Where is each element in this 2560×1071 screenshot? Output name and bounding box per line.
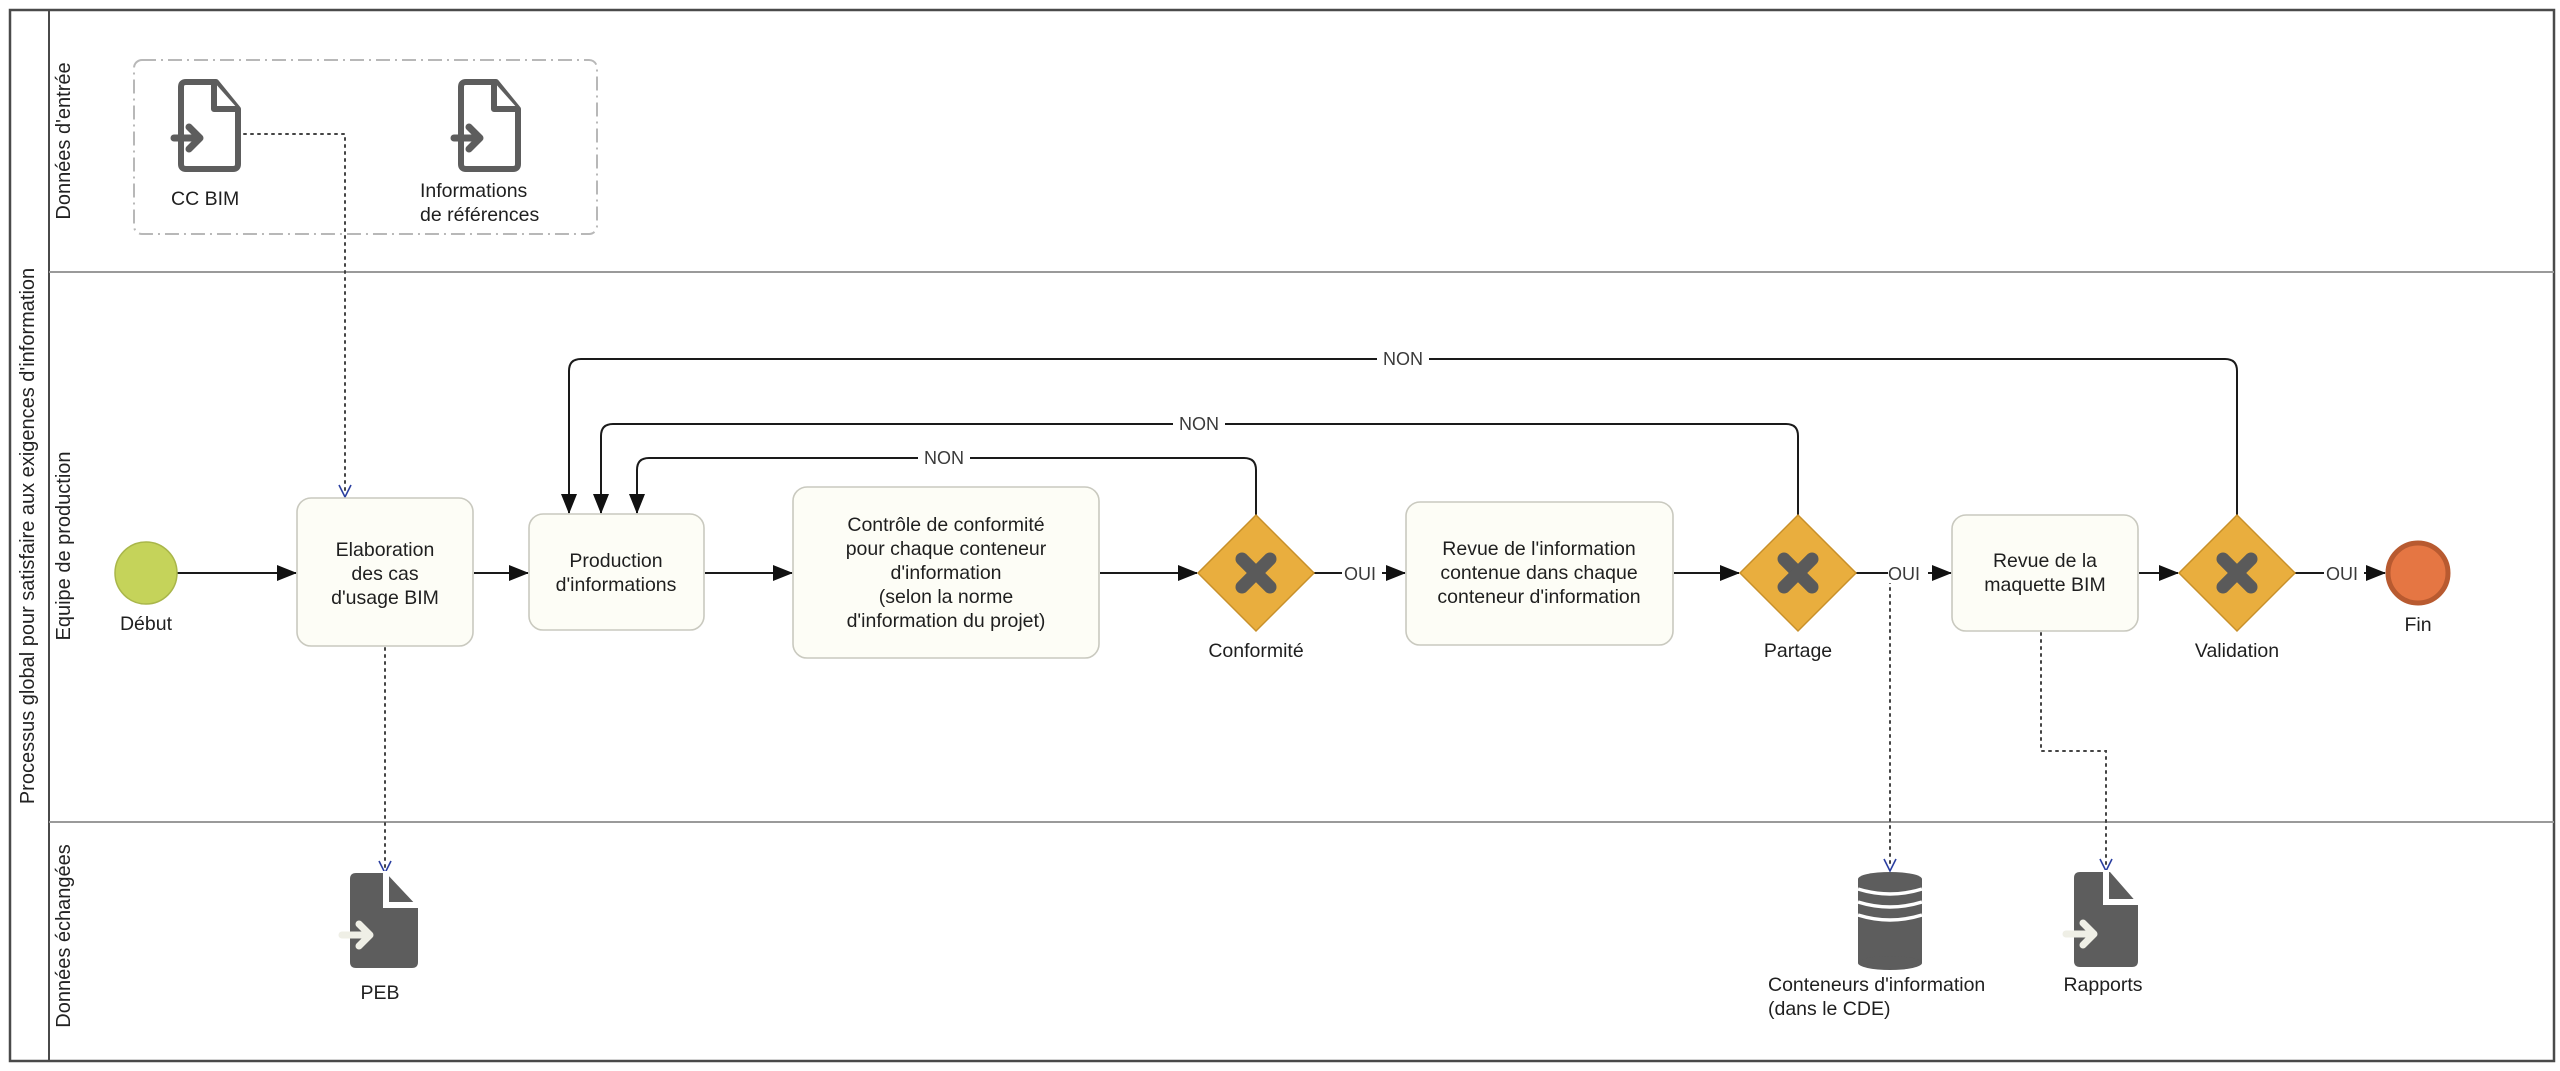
gateway-partage-label: Partage [1764,640,1832,662]
end-event[interactable] [2385,540,2451,606]
task-text-line: contenue dans chaque [1440,562,1637,584]
task-text-line: d'information [890,562,1001,584]
task-text-line: Contrôle de conformité [847,514,1044,536]
lane-label-exchanged: Données échangées [53,844,75,1027]
flow-label-non-validation: NON [1383,349,1423,369]
document-input-icon[interactable] [450,79,521,172]
lane-label-input: Données d'entrée [53,62,75,219]
database-icon[interactable] [1857,872,1923,970]
flow-label-non-partage: NON [1179,414,1219,434]
bpmn-diagram: Processus global pour satisfaire aux exi… [8,8,2556,1063]
start-event-circle[interactable] [114,541,178,605]
task-text-line: conteneur d'information [1437,586,1640,608]
task-controle-conformite[interactable]: Contrôle de conformité pour chaque conte… [792,486,1100,659]
association-revue-maquette-rapports [2040,632,2107,869]
pool-title: Processus global pour satisfaire aux exi… [17,268,39,804]
task-revue-information[interactable]: Revue de l'information contenue dans cha… [1405,501,1674,646]
task-text-line: Revue de la [1993,550,2097,572]
output-conteneurs-label-line1: Conteneurs d'information [1768,974,1985,996]
task-text-line: maquette BIM [1984,574,2105,596]
gateway-validation-label: Validation [2195,640,2279,662]
gateway-conformite[interactable] [1196,513,1316,633]
gateway-partage[interactable] [1738,513,1858,633]
start-event[interactable] [114,541,178,605]
association-partage-conteneurs [1855,572,1891,869]
input-data-group: CC BIM Informations de références [133,59,598,235]
task-text-line: d'usage BIM [331,587,439,609]
flow-label-oui-conformite: OUI [1344,564,1376,584]
input-references-label-line2: de références [420,204,539,226]
flow-label-non-conformite: NON [924,448,964,468]
input-cc-bim-label: CC BIM [171,188,239,210]
task-text-line: Revue de l'information [1442,538,1635,560]
association-ccbim-elaboration [243,133,346,495]
task-revue-maquette[interactable]: Revue de la maquette BIM [1951,514,2139,632]
task-elaboration[interactable]: Elaboration des cas d'usage BIM [296,497,474,647]
document-output-icon[interactable] [338,871,420,968]
document-output-icon[interactable] [2062,870,2140,967]
output-rapports-label: Rapports [2063,974,2142,996]
output-conteneurs-label-line2: (dans le CDE) [1768,998,1890,1020]
task-text-line: pour chaque conteneur [846,538,1047,560]
gateway-validation[interactable] [2177,513,2297,633]
end-event-label: Fin [2404,614,2431,636]
start-event-label: Début [120,613,173,635]
input-references-label-line1: Informations [420,180,528,202]
task-text-line: Elaboration [336,539,435,561]
document-input-icon[interactable] [170,79,241,172]
lane-label-production: Equipe de production [53,451,75,640]
output-peb-label: PEB [360,982,399,1004]
task-text-line: Production [569,550,662,572]
gateway-conformite-label: Conformité [1208,640,1303,662]
task-production[interactable]: Production d'informations [528,513,705,631]
task-text-line: d'information du projet) [847,610,1046,632]
task-text-line: d'informations [556,574,677,596]
task-text-line: des cas [351,563,418,585]
task-text-line: (selon la norme [879,586,1013,608]
associations [243,133,2113,875]
flow-label-oui-partage: OUI [1888,564,1920,584]
end-event-circle[interactable] [2385,540,2451,606]
flow-label-oui-validation: OUI [2326,564,2358,584]
